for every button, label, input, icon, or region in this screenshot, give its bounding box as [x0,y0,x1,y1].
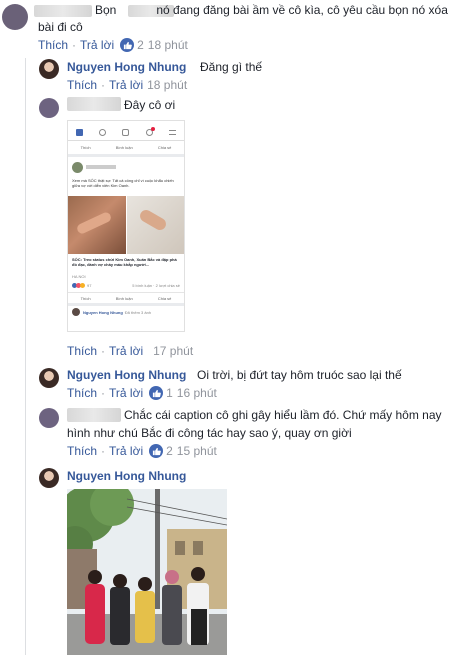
street-photo [67,489,227,655]
like-link[interactable]: Thích [67,78,97,92]
reply-actions: Thích · Trả lời 2 15 phút [67,444,217,458]
comment-text-line1: Bọn nó đang đăng bài ầm về cô kìa, cô yêu… [95,3,448,17]
redacted-name [34,5,92,17]
shot-images [68,196,184,254]
author-name[interactable]: Nguyen Hong Nhung [67,368,186,382]
like-count[interactable]: 2 [137,38,144,52]
shot-reactions: 97 [87,283,92,288]
avatar[interactable] [39,368,59,388]
timestamp[interactable]: 18 phút [148,38,188,52]
shot-headline: SỐC: Treo status chửi Kim Oanh, Xuân Bắc… [72,257,177,267]
timestamp[interactable]: 18 phút [147,78,187,92]
like-link[interactable]: Thích [67,386,97,400]
reply-text-line2: hình như chú Bắc đi công tác hay sao ý, … [67,426,352,440]
author-name[interactable]: Nguyen Hong Nhung [67,60,186,74]
like-link[interactable]: Thích [38,38,68,52]
timestamp[interactable]: 17 phút [153,344,193,358]
reply-text: Đây cô ơi [124,98,176,112]
thumbs-up-icon[interactable] [149,386,164,400]
author-name[interactable]: Nguyen Hong Nhung [67,469,186,483]
shot-stats: 5 bình luận · 2 lượt chia sẻ [132,283,180,288]
like-count[interactable]: 2 [166,444,173,458]
shot-post-text: Xem mà SỐC thật sự: Tất cả công chỉ vì c… [72,178,174,188]
thumbs-up-icon[interactable] [120,38,135,52]
timestamp[interactable]: 16 phút [177,386,217,400]
like-count[interactable]: 1 [166,386,173,400]
shot-post-actions-2: Thích Bình luận Chia sẻ [68,292,184,306]
attached-screenshot[interactable]: Thích Bình luận Chia sẻ Xem mà SỐC thật … [67,120,185,332]
like-link[interactable]: Thích [67,344,97,358]
reply-text: Oi trời, bị đứt tay hôm truóc sao lại th… [197,368,402,382]
redacted-name [67,97,121,111]
reply-actions: Thích · Trả lời 17 phút [67,344,194,358]
reply-text: Đăng gì thế [200,60,263,74]
shot-post-actions: Thích Bình luận Chia sẻ [68,141,184,157]
reply-actions: Thích · Trả lời 1 16 phút [67,386,217,400]
attached-photo[interactable] [67,489,227,655]
reply-actions: Thích · Trả lời 18 phút [67,78,188,92]
redacted-name [67,408,121,422]
reply-link[interactable]: Trả lời [109,386,143,400]
shot-footer-text: Đã thêm 3 ảnh [124,309,152,315]
reply-link[interactable]: Trả lời [109,344,143,358]
reply-text-line1: Chắc cái caption cô ghi gây hiểu lầm đó.… [124,408,442,422]
avatar[interactable] [39,408,59,428]
reply-link[interactable]: Trả lời [109,78,143,92]
avatar[interactable] [39,468,59,488]
comment-text-line2: bài đi cô [38,20,83,34]
comment-actions: Thích · Trả lời 2 18 phút [38,38,188,52]
avatar[interactable] [39,59,59,79]
fb-topbar [68,121,184,141]
thumbs-up-icon[interactable] [149,444,164,458]
reply-link[interactable]: Trả lời [109,444,143,458]
timestamp[interactable]: 15 phút [177,444,217,458]
like-link[interactable]: Thích [67,444,97,458]
shot-footer-name: Nguyen Hong Nhung [83,309,123,315]
avatar[interactable] [39,98,59,118]
reply-link[interactable]: Trả lời [80,38,114,52]
avatar[interactable] [2,4,28,30]
reply-thread-line [25,58,26,655]
